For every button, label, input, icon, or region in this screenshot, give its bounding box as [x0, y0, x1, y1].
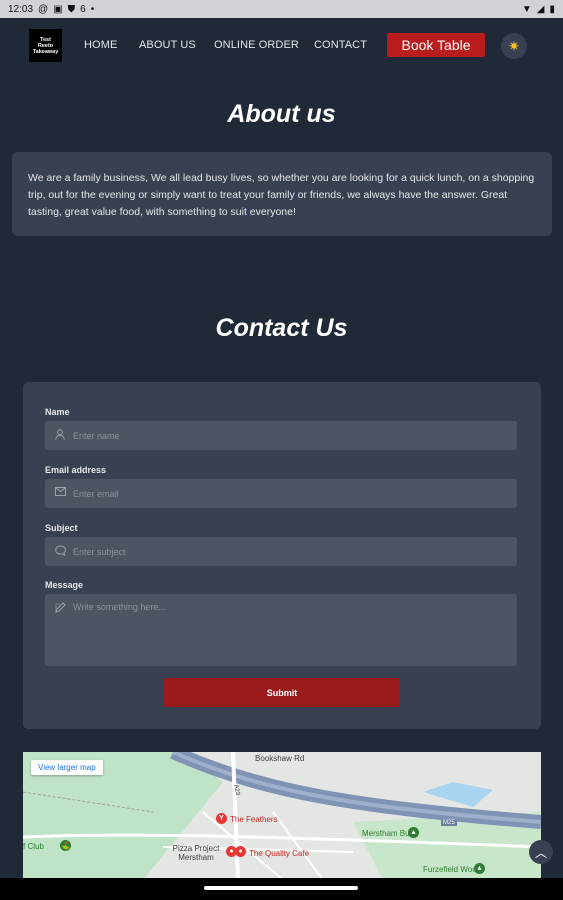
name-label: Name	[45, 407, 70, 417]
map-label-motorway: M25	[441, 820, 457, 826]
contact-title: Contact Us	[215, 314, 348, 342]
nav-contact[interactable]: CONTACT	[314, 39, 367, 51]
subject-field-wrapper	[45, 537, 517, 566]
wood-pin-icon[interactable]: ▲	[474, 863, 485, 874]
email-label: Email address	[45, 465, 107, 475]
status-extra: 6	[80, 3, 86, 15]
chevron-up-icon: ︿	[534, 845, 547, 860]
wifi-icon: ▼	[521, 3, 532, 15]
scroll-to-top-button[interactable]: ︿	[529, 840, 553, 864]
map-label-pizza: Pizza Project Merstham	[172, 844, 220, 862]
message-label: Message	[45, 580, 84, 590]
view-larger-map-link[interactable]: View larger map	[31, 760, 103, 775]
about-text: We are a family business, We all lead bu…	[28, 172, 535, 218]
chat-bubble-icon	[54, 545, 66, 557]
map-label-bookshaw: Bookshaw Rd	[255, 754, 305, 763]
park-pin-icon[interactable]: ▲	[408, 827, 419, 838]
email-input[interactable]	[73, 479, 503, 508]
pencil-icon	[54, 602, 66, 614]
user-icon	[54, 429, 66, 441]
clock: 12:03	[8, 3, 34, 15]
signal-icon: ◢	[536, 3, 545, 15]
name-field-wrapper	[45, 421, 517, 450]
sun-icon: ✷	[508, 37, 520, 54]
system-navigation-bar	[0, 878, 563, 900]
theme-toggle-button[interactable]: ✷	[501, 33, 527, 59]
map-label-quality-cafe: The Quality Cafe	[249, 849, 310, 858]
status-bar: 12:03 @ ▣ ⛊ 6 • ▼ ◢ ▮	[0, 0, 563, 18]
map-label-feathers: The Feathers	[230, 815, 278, 824]
contact-form: Name Email address Subject Message Submi…	[23, 382, 541, 729]
nav-home[interactable]: HOME	[84, 39, 117, 51]
home-gesture-handle[interactable]	[204, 886, 358, 890]
nav-online-order[interactable]: ONLINE ORDER	[214, 39, 299, 51]
cafe-pin-icon[interactable]: ●	[235, 846, 246, 857]
map-label-club: f Club	[23, 842, 44, 851]
subject-input[interactable]	[73, 537, 503, 566]
map-label-furzefield: Furzefield Wood	[423, 865, 482, 874]
submit-button[interactable]: Submit	[164, 678, 400, 707]
nav-about-us[interactable]: ABOUT US	[139, 39, 196, 51]
at-icon: @	[38, 3, 49, 15]
subject-label: Subject	[45, 523, 78, 533]
message-field-wrapper	[45, 594, 517, 666]
about-text-box: We are a family business, We all lead bu…	[12, 152, 552, 236]
map-embed[interactable]: View larger map Bookshaw Rd M25 Y The Fe…	[23, 752, 541, 880]
dot-icon: •	[90, 3, 95, 15]
shield-icon: ⛊	[67, 3, 76, 15]
battery-icon: ▮	[549, 3, 555, 15]
image-icon: ▣	[53, 3, 63, 15]
site-header: Test Reeto Takeaway HOME ABOUT US ONLINE…	[0, 26, 563, 66]
email-field-wrapper	[45, 479, 517, 508]
site-logo[interactable]: Test Reeto Takeaway	[29, 29, 62, 62]
restaurant-pin-icon[interactable]: Y	[216, 813, 227, 824]
message-input[interactable]	[73, 602, 503, 662]
book-table-button[interactable]: Book Table	[387, 33, 485, 57]
envelope-icon	[54, 487, 66, 499]
name-input[interactable]	[73, 421, 503, 450]
golf-pin-icon[interactable]: ⛳	[60, 840, 71, 851]
about-title: About us	[227, 100, 336, 128]
